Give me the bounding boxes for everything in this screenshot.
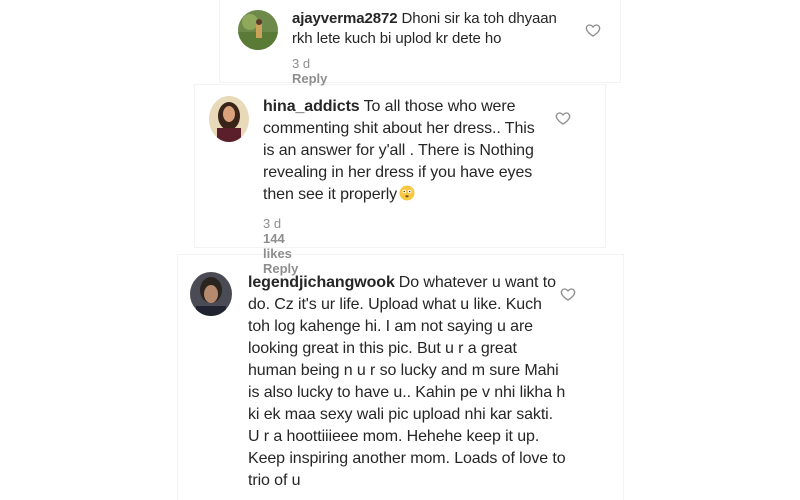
comment-screenshot: ajayverma2872 Dhoni sir ka toh dhyaan rkh…	[0, 0, 800, 500]
comment-text-2: hina_addicts To all those who were commen…	[263, 96, 548, 206]
comment-text-1: ajayverma2872 Dhoni sir ka toh dhyaan rkh…	[292, 9, 577, 49]
comment-username[interactable]: hina_addicts	[263, 98, 360, 115]
avatar-hina_addicts[interactable]	[209, 96, 249, 142]
comment-text-3: legendjichangwook Do whatever u want to d…	[248, 272, 566, 492]
heart-outline-icon[interactable]	[555, 110, 571, 126]
comment-username[interactable]: ajayverma2872	[292, 10, 398, 27]
heart-outline-icon[interactable]	[560, 286, 576, 302]
flushed-face-icon	[399, 185, 415, 201]
comment-meta-2: 3 d144 likesReply	[263, 216, 316, 276]
avatar-ajayverma2872[interactable]	[238, 10, 278, 50]
comment-body: Do whatever u want to do. Cz it's ur lif…	[248, 274, 566, 489]
comment-username[interactable]: legendjichangwook	[248, 274, 395, 291]
reply-button[interactable]: Reply	[292, 71, 327, 86]
likes-count[interactable]: 144 likes	[263, 231, 298, 261]
comment-time: 3 d	[263, 216, 282, 231]
heart-outline-icon[interactable]	[585, 22, 601, 38]
comment-meta-1: 3 dReply	[292, 56, 345, 86]
avatar-legendjichangwook[interactable]	[190, 272, 232, 316]
comment-time: 3 d	[292, 56, 311, 71]
